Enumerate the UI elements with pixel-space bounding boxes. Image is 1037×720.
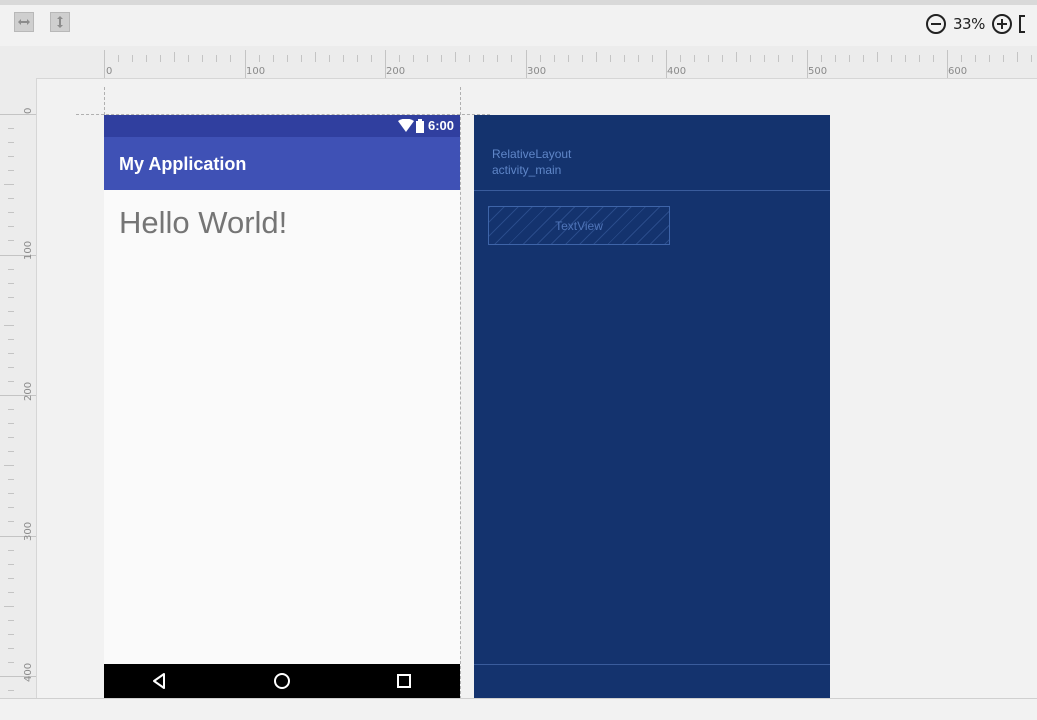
status-time: 6:00 [427, 118, 454, 133]
ruler-tick-label: 200 [386, 66, 406, 77]
zoom-controls: 33% [925, 13, 1025, 35]
recents-icon [397, 674, 411, 688]
blueprint-appbar-divider [474, 190, 830, 191]
ruler-corner [0, 46, 36, 78]
hello-textview[interactable]: Hello World! [119, 205, 287, 241]
vertical-resize-button[interactable] [50, 12, 70, 32]
back-icon [153, 673, 165, 689]
design-preview[interactable]: 6:00 My Application Hello World! [104, 115, 460, 698]
status-icons: 6:00 [397, 118, 454, 133]
horizontal-ruler: 0 100 200 300 400 500 600 [36, 46, 1037, 79]
layout-guide-right [460, 87, 461, 699]
ruler-tick-label: 0 [106, 66, 113, 77]
ruler-tick-label: 400 [667, 66, 687, 77]
blueprint-navbar-divider [474, 664, 830, 665]
horizontal-resize-icon [18, 19, 30, 25]
ruler-tick-label: 0 [23, 107, 34, 114]
status-bar: 6:00 [104, 115, 460, 137]
bottom-bar [0, 698, 1037, 720]
vertical-ruler: 0 100 200 300 400 [0, 78, 37, 698]
app-title: My Application [119, 154, 247, 174]
zoom-in-icon[interactable] [991, 13, 1013, 35]
ruler-tick-label: 500 [808, 66, 828, 77]
ruler-tick-label: 300 [527, 66, 547, 77]
ruler-tick-label: 600 [948, 66, 968, 77]
zoom-out-icon[interactable] [925, 13, 947, 35]
vertical-resize-icon [57, 16, 63, 28]
navigation-bar [104, 664, 460, 698]
ruler-tick-label: 100 [246, 66, 266, 77]
ruler-tick-label: 100 [23, 240, 34, 260]
ruler-tick-label: 200 [23, 381, 34, 401]
wifi-icon [397, 119, 414, 132]
layout-editor: 33% 0 100 200 300 400 500 600 0 100 200 … [0, 0, 1037, 720]
app-bar: My Application [104, 137, 460, 190]
blueprint-textview-label: TextView [555, 219, 603, 233]
battery-icon [415, 118, 424, 133]
ruler-tick-label: 300 [23, 521, 34, 541]
horizontal-resize-button[interactable] [14, 12, 34, 32]
zoom-level: 33% [953, 15, 985, 33]
blueprint-textview[interactable]: TextView [488, 206, 670, 245]
editor-toolbar: 33% [0, 5, 1037, 45]
blueprint-layout-type: RelativeLayout [492, 147, 572, 161]
blueprint-layout-id: activity_main [492, 163, 562, 177]
zoom-to-fit-icon[interactable] [1018, 15, 1025, 33]
ruler-tick-label: 400 [23, 662, 34, 682]
blueprint-preview[interactable]: RelativeLayout activity_main TextView [474, 115, 830, 698]
home-icon [274, 673, 290, 689]
